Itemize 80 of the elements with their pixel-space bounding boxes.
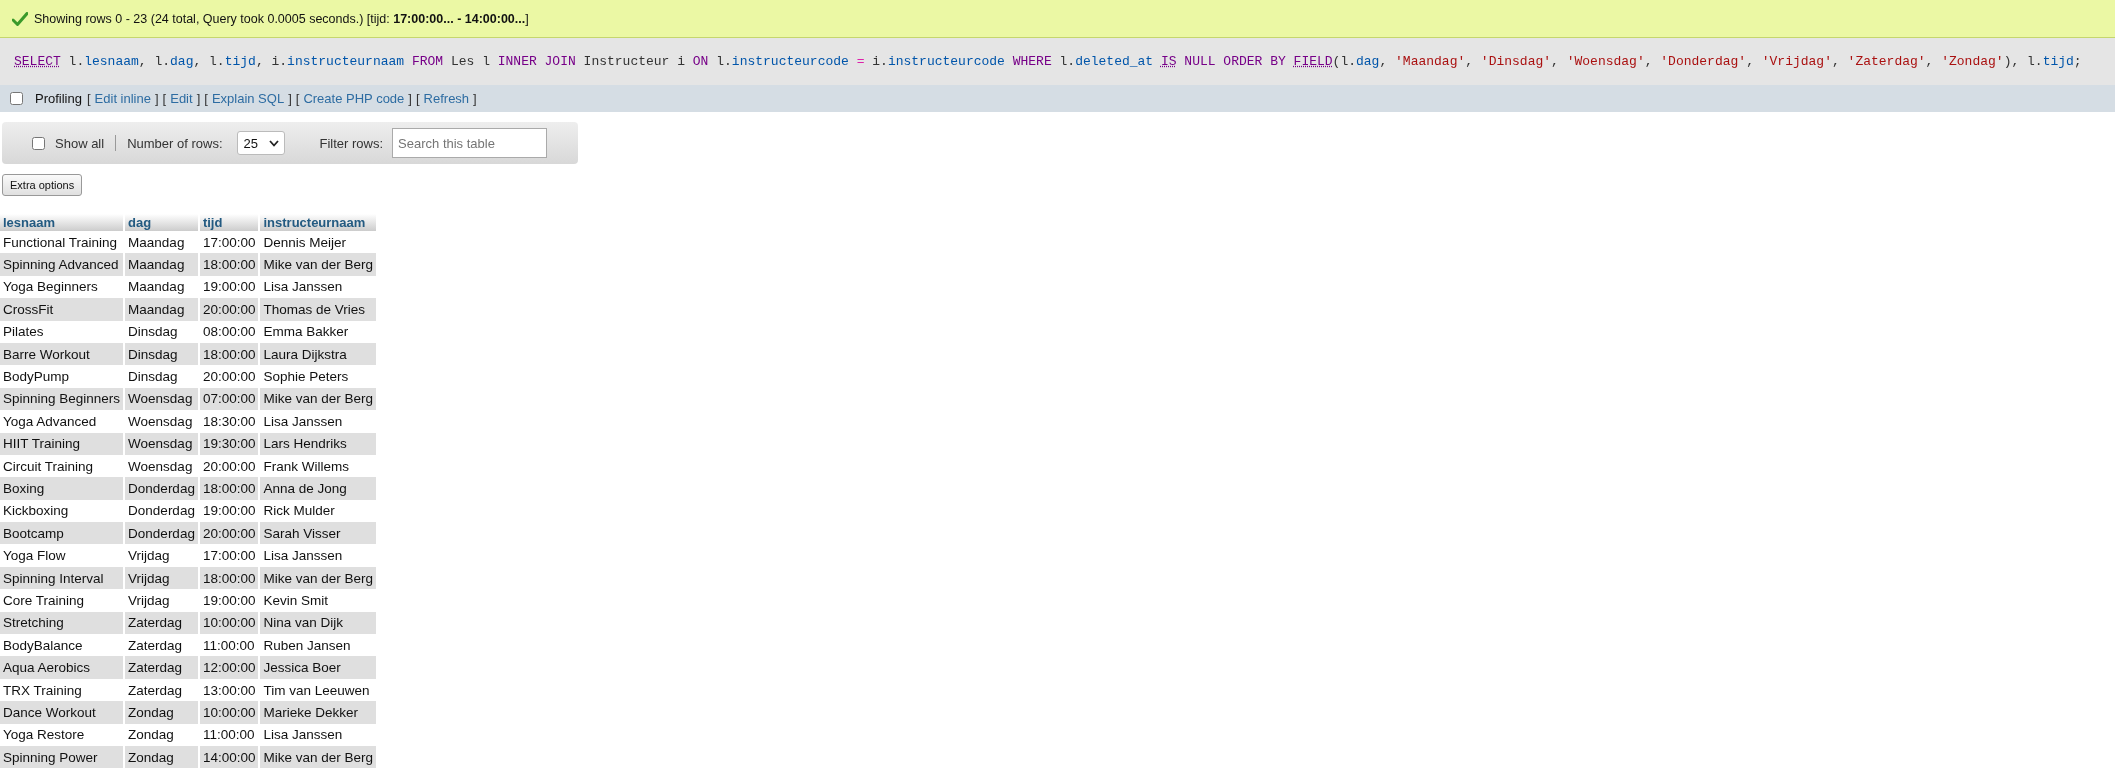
table-cell: 19:30:00 bbox=[199, 432, 259, 455]
table-cell: Donderdag bbox=[125, 522, 198, 545]
table-cell: Laura Dijkstra bbox=[260, 342, 377, 366]
action-link[interactable]: Explain SQL bbox=[211, 91, 285, 106]
bracket: ] bbox=[288, 91, 292, 106]
table-cell: 10:00:00 bbox=[199, 701, 259, 724]
column-header[interactable]: lesnaam bbox=[0, 214, 124, 231]
action-link[interactable]: Edit bbox=[170, 91, 193, 106]
rows-per-page-dropdown[interactable]: 25 bbox=[236, 131, 285, 155]
bracket: ] bbox=[154, 91, 159, 106]
table-cell: Mike van der Berg bbox=[260, 253, 377, 276]
table-cell: 18:00:00 bbox=[199, 342, 259, 366]
profiling-label: Profiling bbox=[35, 91, 82, 106]
table-cell: Zaterdag bbox=[125, 611, 198, 635]
table-cell: 14:00:00 bbox=[199, 746, 259, 769]
table-cell: Donderdag bbox=[125, 477, 198, 500]
table-cell: Mike van der Berg bbox=[260, 746, 377, 769]
bracket: ] bbox=[473, 91, 477, 106]
bracket: ] bbox=[408, 91, 412, 106]
table-cell: Marieke Dekker bbox=[260, 701, 377, 724]
table-cell: Vrijdag bbox=[125, 566, 198, 590]
table-cell: Anna de Jong bbox=[260, 477, 377, 500]
column-header[interactable]: instructeurnaam bbox=[260, 214, 377, 231]
table-cell: Lars Hendriks bbox=[260, 432, 377, 455]
table-cell: Jessica Boer bbox=[260, 656, 377, 679]
table-cell: Stretching bbox=[0, 611, 124, 635]
bracket: [ bbox=[86, 91, 91, 106]
table-cell: Spinning Power bbox=[0, 746, 124, 769]
table-cell: CrossFit bbox=[0, 298, 124, 321]
table-cell: HIIT Training bbox=[0, 432, 124, 455]
table-cell: Boxing bbox=[0, 477, 124, 500]
table-cell: 18:00:00 bbox=[199, 566, 259, 590]
column-header[interactable]: dag bbox=[125, 214, 198, 231]
action-link[interactable]: Refresh bbox=[423, 91, 470, 106]
table-cell: 20:00:00 bbox=[199, 522, 259, 545]
table-cell: Sarah Visser bbox=[260, 522, 377, 545]
table-cell: Thomas de Vries bbox=[260, 298, 377, 321]
table-cell: Spinning Beginners bbox=[0, 387, 124, 411]
table-cell: Barre Workout bbox=[0, 342, 124, 366]
table-cell: Woensdag bbox=[125, 387, 198, 411]
table-cell: Maandag bbox=[125, 298, 198, 321]
table-cell: Aqua Aerobics bbox=[0, 656, 124, 679]
chevron-down-icon bbox=[268, 139, 279, 147]
show-all-label: Show all bbox=[55, 135, 105, 151]
table-cell: 18:00:00 bbox=[199, 253, 259, 276]
profiling-checkbox[interactable] bbox=[10, 92, 23, 105]
sql-query: SELECT l.lesnaam, l.dag, l.tijd, i.instructeurnaam FROM Les l INNER JOIN Instructeur i ON l.instructeurcode = i.instructeurcode WHERE l.deleted_at IS NULL ORDER BY FIELD(l.dag, 'Maandag', 'Dinsdag', 'Woensdag', 'Donderdag', 'Vrijdag', 'Zaterdag', 'Zondag'), l.tijd; bbox=[14, 54, 2082, 69]
table-cell: Zondag bbox=[125, 701, 198, 724]
table-cell: Dance Workout bbox=[0, 701, 124, 724]
table-cell: Zondag bbox=[125, 746, 198, 769]
bracket: [ bbox=[295, 91, 300, 106]
action-link[interactable]: Create PHP code bbox=[303, 91, 405, 106]
table-cell: 12:00:00 bbox=[199, 656, 259, 679]
number-of-rows-label: Number of rows: bbox=[127, 135, 223, 151]
table-cell: Nina van Dijk bbox=[260, 611, 377, 635]
bracket: [ bbox=[162, 91, 167, 106]
bracket: ] bbox=[196, 91, 201, 106]
table-cell: 10:00:00 bbox=[199, 611, 259, 635]
table-cell: Bootcamp bbox=[0, 522, 124, 545]
table-cell: 20:00:00 bbox=[199, 298, 259, 321]
success-message: Showing rows 0 - 23 (24 total, Query took 0.0005 seconds.) [tijd: 17:00:00... - 14:00:00...] bbox=[34, 11, 529, 26]
table-cell: Spinning Interval bbox=[0, 566, 124, 590]
action-link[interactable]: Edit inline bbox=[94, 91, 151, 106]
table-cell: 18:00:00 bbox=[199, 477, 259, 500]
bracket: [ bbox=[415, 91, 420, 106]
extra-options-button[interactable]: Extra options bbox=[2, 174, 83, 196]
table-cell: Mike van der Berg bbox=[260, 387, 377, 411]
checkmark-icon bbox=[12, 11, 28, 26]
bracket: [ bbox=[204, 91, 208, 106]
column-header[interactable]: tijd bbox=[199, 214, 259, 231]
table-cell: Woensdag bbox=[125, 432, 198, 455]
show-all-checkbox[interactable] bbox=[32, 136, 45, 150]
table-cell: Spinning Advanced bbox=[0, 253, 124, 276]
table-cell: 07:00:00 bbox=[199, 387, 259, 411]
search-field[interactable]: Search this table bbox=[392, 128, 548, 158]
table-cell: Mike van der Berg bbox=[260, 566, 377, 590]
table-cell: Zaterdag bbox=[125, 656, 198, 679]
table-cell: Dinsdag bbox=[125, 342, 198, 366]
table-cell: Maandag bbox=[125, 253, 198, 276]
filter-rows-label: Filter rows: bbox=[319, 135, 384, 151]
